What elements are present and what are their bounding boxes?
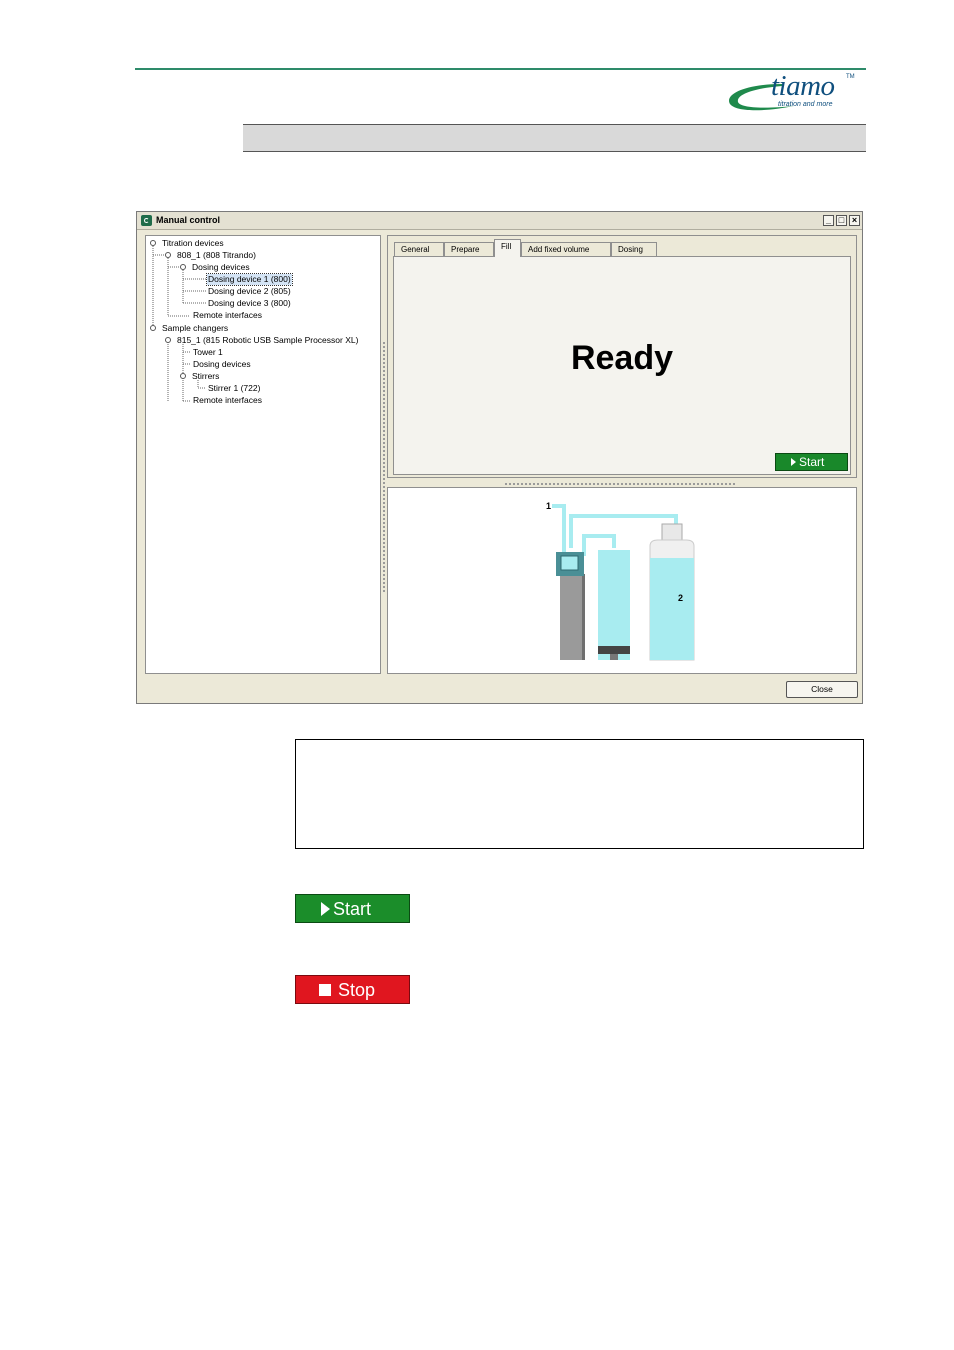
note-box	[295, 739, 864, 849]
tree-node[interactable]: Dosing device 3 (800)	[208, 298, 291, 309]
tree-node-selected[interactable]: Dosing device 1 (800)	[206, 273, 293, 286]
stop-button-large[interactable]: Stop	[295, 975, 410, 1004]
tab-general[interactable]: General	[394, 242, 444, 256]
tab-content: Ready Start	[393, 256, 851, 475]
diagram-label-1: 1	[546, 501, 552, 511]
horizontal-splitter[interactable]	[505, 483, 735, 485]
close-window-button[interactable]: ×	[849, 215, 860, 226]
vertical-splitter[interactable]	[383, 342, 385, 592]
tree-node[interactable]: 815_1 (815 Robotic USB Sample Processor …	[177, 335, 358, 346]
start-button[interactable]: Start	[775, 453, 848, 471]
tab-fill[interactable]: Fill	[494, 239, 521, 257]
status-text: Ready	[570, 339, 674, 377]
tiamo-logo: tiamo TM titration and more	[724, 70, 869, 116]
start-button-large[interactable]: Start	[295, 894, 410, 923]
start-button-label: Start	[799, 455, 825, 469]
tree-node[interactable]: Remote interfaces	[193, 310, 262, 321]
fill-control-panel: General Prepare Fill Add fixed volume Do…	[387, 235, 857, 478]
tree-node[interactable]: Titration devices	[162, 238, 224, 249]
tree-node[interactable]: Dosing devices	[192, 262, 250, 273]
device-tree: Titration devices 808_1 (808 Titrando) D…	[145, 235, 381, 674]
diagram-label-2: 2	[678, 593, 684, 603]
tree-node[interactable]: Tower 1	[193, 347, 223, 358]
tab-add-fixed-volume[interactable]: Add fixed volume	[521, 242, 611, 256]
play-icon	[791, 458, 796, 466]
close-button[interactable]: Close	[786, 681, 858, 698]
section-header-bar	[243, 124, 866, 152]
tree-node[interactable]: Sample changers	[162, 323, 228, 334]
logo-tagline: titration and more	[778, 101, 833, 108]
app-icon	[141, 215, 152, 226]
window-title: Manual control	[156, 215, 221, 225]
tab-prepare[interactable]: Prepare	[444, 242, 494, 256]
tree-node[interactable]: Dosing devices	[193, 359, 251, 370]
tree-node[interactable]: Stirrers	[192, 371, 219, 382]
logo-word: tiamo	[771, 70, 835, 102]
header-rule	[135, 68, 866, 70]
window-titlebar[interactable]: Manual control _ □ ×	[137, 212, 862, 230]
play-icon	[321, 902, 330, 916]
stop-icon	[319, 984, 331, 996]
maximize-button[interactable]: □	[836, 215, 847, 226]
tree-node[interactable]: Remote interfaces	[193, 395, 262, 406]
dosing-diagram-panel: 1 2	[387, 487, 857, 674]
stop-label: Stop	[338, 980, 376, 1000]
tree-node[interactable]: Dosing device 2 (805)	[208, 286, 291, 297]
tree-node[interactable]: Stirrer 1 (722)	[208, 383, 260, 394]
start-label: Start	[333, 899, 372, 919]
minimize-button[interactable]: _	[823, 215, 834, 226]
logo-trademark: TM	[846, 74, 855, 80]
tab-dosing[interactable]: Dosing	[611, 242, 657, 256]
dosing-unit-diagram	[552, 504, 695, 661]
manual-control-window: Manual control _ □ × Titration devices 8…	[136, 211, 863, 704]
tree-node[interactable]: 808_1 (808 Titrando)	[177, 250, 256, 261]
